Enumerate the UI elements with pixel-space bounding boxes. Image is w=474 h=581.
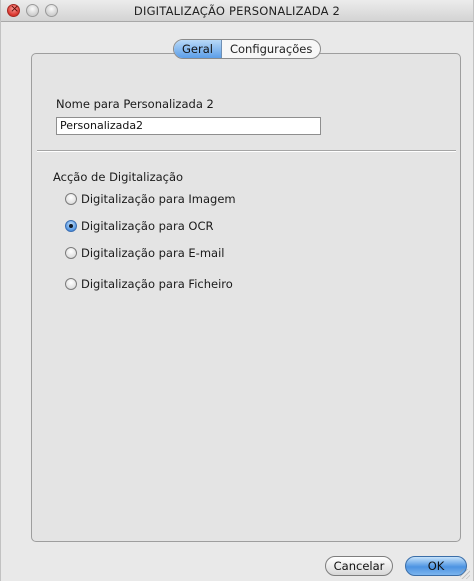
radio-scan-to-file[interactable]: Digitalização para Ficheiro [65, 276, 233, 292]
tab-geral[interactable]: Geral [174, 40, 222, 58]
radio-button-icon[interactable] [65, 247, 77, 259]
resize-grip-icon[interactable] [460, 569, 470, 579]
radio-label[interactable]: Digitalização para E-mail [81, 246, 224, 260]
radio-button-selected-icon[interactable] [65, 220, 77, 232]
radio-button-icon[interactable] [65, 278, 77, 290]
radio-scan-to-ocr[interactable]: Digitalização para OCR [65, 218, 214, 234]
title-bar[interactable]: DIGITALIZAÇÃO PERSONALIZADA 2 [1, 0, 473, 22]
section-divider [37, 150, 456, 152]
radio-label[interactable]: Digitalização para Ficheiro [81, 277, 233, 291]
dialog-window: DIGITALIZAÇÃO PERSONALIZADA 2 Geral Conf… [0, 0, 474, 581]
radio-label[interactable]: Digitalização para OCR [81, 219, 214, 233]
scan-action-heading: Acção de Digitalização [53, 170, 184, 184]
radio-button-icon[interactable] [65, 193, 77, 205]
name-input[interactable]: Personalizada2 [56, 117, 321, 135]
tab-configuracoes[interactable]: Configurações [222, 40, 320, 58]
radio-scan-to-email[interactable]: Digitalização para E-mail [65, 245, 224, 261]
radio-label[interactable]: Digitalização para Imagem [81, 192, 236, 206]
tab-bar: Geral Configurações [173, 39, 322, 59]
name-field-label: Nome para Personalizada 2 [56, 97, 214, 111]
ok-button[interactable]: OK [405, 556, 467, 576]
cancel-button[interactable]: Cancelar [325, 556, 393, 576]
window-title: DIGITALIZAÇÃO PERSONALIZADA 2 [133, 4, 341, 18]
radio-scan-to-image[interactable]: Digitalização para Imagem [65, 191, 236, 207]
